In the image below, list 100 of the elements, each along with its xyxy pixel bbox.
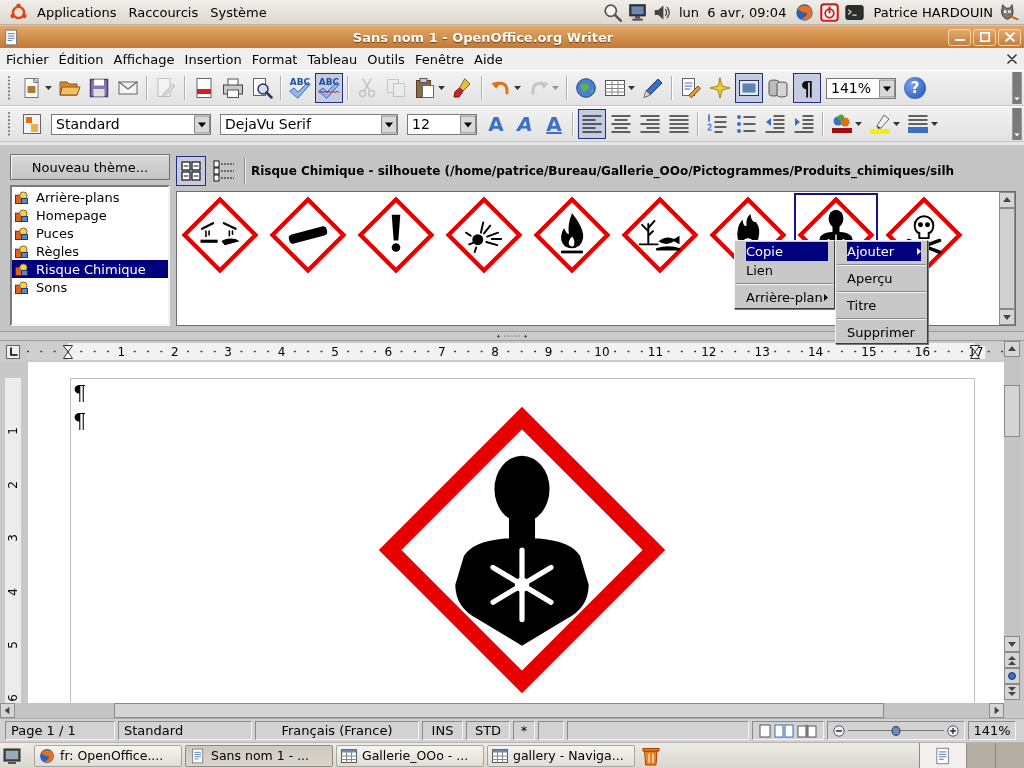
- document-icon: [3, 28, 20, 46]
- detail-list-icon: [213, 160, 235, 182]
- menu-bar-item[interactable]: Outils: [362, 51, 410, 67]
- scroll-up-icon[interactable]: [1004, 341, 1020, 357]
- close-button[interactable]: [998, 28, 1021, 46]
- ruler-number: 8: [489, 346, 501, 359]
- star-icon: [709, 77, 731, 99]
- theme-list-item[interactable]: Homepage: [12, 206, 168, 224]
- panel-menu[interactable]: Applications: [31, 4, 123, 20]
- clipboard-icon: [414, 77, 436, 99]
- bold-button[interactable]: A: [482, 109, 510, 139]
- toolbar-grip-icon[interactable]: [7, 75, 11, 101]
- globe-icon[interactable]: [795, 2, 815, 22]
- menu-item[interactable]: Titre: [837, 291, 926, 315]
- single-page-icon[interactable]: [759, 723, 771, 738]
- theme-list-item[interactable]: Règles: [12, 242, 168, 260]
- menu-bar-item[interactable]: Format: [246, 51, 303, 67]
- menu-item[interactable]: Aperçu: [837, 264, 926, 288]
- indent-marker-icon[interactable]: [63, 345, 73, 359]
- theme-list-item[interactable]: Risque Chimique: [12, 260, 168, 278]
- menu-bar-item[interactable]: Affichage: [108, 51, 180, 67]
- scroll-down-icon[interactable]: [999, 309, 1015, 325]
- clock[interactable]: lun 6 avr, 09:04: [674, 4, 793, 20]
- power-icon[interactable]: [820, 2, 840, 22]
- zoom-out-icon[interactable]: [833, 724, 845, 737]
- font-name-combo[interactable]: DejaVu Serif: [220, 113, 398, 135]
- globe-icon: [575, 77, 597, 99]
- scissors-icon: [356, 77, 378, 99]
- scroll-right-icon[interactable]: [989, 703, 1004, 718]
- terminal-icon[interactable]: [845, 2, 865, 22]
- trash-icon[interactable]: [642, 745, 660, 766]
- background-color-icon: [907, 113, 929, 135]
- zoom-status[interactable]: 141%: [968, 721, 1016, 740]
- panel-menu[interactable]: Raccourcis: [122, 4, 205, 20]
- menu-bar-item[interactable]: Tableau: [302, 51, 363, 67]
- ruler-number: 10: [592, 346, 612, 359]
- scroll-up-icon[interactable]: [999, 192, 1015, 208]
- spreadsheet-icon: [341, 747, 357, 764]
- menu-item[interactable]: Supprimer: [837, 318, 926, 342]
- toolbar-grip-icon[interactable]: [7, 111, 11, 137]
- scroll-left-icon[interactable]: [0, 703, 15, 718]
- submenu-arrow-icon: [824, 294, 828, 301]
- spelling-button[interactable]: ABC: [286, 73, 314, 103]
- page-style-status[interactable]: Standard: [118, 721, 252, 740]
- minimize-button[interactable]: [948, 28, 971, 46]
- zoom-combo[interactable]: 141%: [826, 77, 896, 99]
- book-pages-icon[interactable]: [797, 723, 817, 738]
- menu-item[interactable]: Lien: [736, 261, 833, 280]
- menu-bar-item[interactable]: Aide: [469, 51, 508, 67]
- gallery-button[interactable]: [735, 73, 763, 103]
- theme-list-item[interactable]: Puces: [12, 224, 168, 242]
- formatting-marks-button[interactable]: ¶: [793, 73, 821, 103]
- auto-spelling-button[interactable]: ABC: [315, 73, 343, 103]
- new-theme-button[interactable]: Nouveau thème...: [10, 154, 170, 180]
- zoom-slider-thumb[interactable]: [891, 725, 901, 736]
- taskbar-button[interactable]: fr: OpenOffice....: [34, 744, 182, 767]
- align-left-button[interactable]: [578, 109, 606, 139]
- italic-button[interactable]: A: [511, 109, 539, 139]
- search-icon[interactable]: [602, 2, 622, 22]
- menu-bar-item[interactable]: Édition: [53, 51, 109, 67]
- theme-list-item[interactable]: Sons: [12, 278, 168, 296]
- database-icon: [767, 77, 789, 99]
- panel-menu[interactable]: Système: [204, 4, 273, 20]
- scrollbar-thumb[interactable]: [114, 703, 884, 718]
- desktop-icon[interactable]: [3, 746, 21, 765]
- taskbar-button[interactable]: Sans nom 1 - ...: [185, 744, 333, 767]
- underline-button[interactable]: A: [540, 109, 568, 139]
- language-status[interactable]: Français (France): [255, 721, 419, 740]
- zoom-in-icon[interactable]: [947, 724, 959, 737]
- paragraph-mark: ¶: [72, 380, 87, 407]
- logo-icon[interactable]: [9, 2, 28, 22]
- taskbar-button[interactable]: Gallerie_OOo - ...: [336, 744, 484, 767]
- font-size-combo[interactable]: 12: [407, 113, 477, 135]
- document-page[interactable]: ¶ ¶: [28, 362, 1004, 703]
- tab-stop-icon[interactable]: [6, 344, 20, 359]
- animal-with-brush-icon[interactable]: [1000, 2, 1019, 22]
- maximize-button[interactable]: [973, 28, 996, 46]
- paragraph-style-combo[interactable]: Standard: [51, 113, 211, 135]
- close-document-icon[interactable]: [1007, 54, 1017, 64]
- scrollbar-thumb[interactable]: [999, 208, 1015, 309]
- scroll-down-icon[interactable]: [1004, 636, 1020, 652]
- user-menu[interactable]: Patrice HARDOUIN: [867, 4, 997, 20]
- theme-icon: [15, 280, 28, 294]
- menu-bar-item[interactable]: Insertion: [179, 51, 247, 67]
- menu-item[interactable]: Arrière-plan: [736, 283, 833, 307]
- insert-mode-status[interactable]: INS: [422, 721, 463, 740]
- workspace-cell[interactable]: [919, 742, 966, 768]
- icon-view-button[interactable]: [176, 156, 206, 186]
- menu-bar-item[interactable]: Fichier: [1, 51, 54, 67]
- gas-cylinder-pictogram-icon: [269, 196, 347, 274]
- theme-list-item[interactable]: Arrière-plans: [12, 188, 168, 206]
- menu-bar-item[interactable]: Fenêtre: [409, 51, 470, 67]
- selection-mode-status[interactable]: STD: [466, 721, 510, 740]
- scrollbar-thumb[interactable]: [1004, 385, 1020, 437]
- theme-icon: [15, 226, 28, 240]
- monitor-icon[interactable]: [627, 2, 647, 22]
- picture-icon: [738, 77, 760, 99]
- taskbar-button[interactable]: gallery - Naviga...: [487, 744, 635, 767]
- two-pages-icon[interactable]: [774, 723, 794, 738]
- paragraph-mark: ¶: [72, 408, 87, 435]
